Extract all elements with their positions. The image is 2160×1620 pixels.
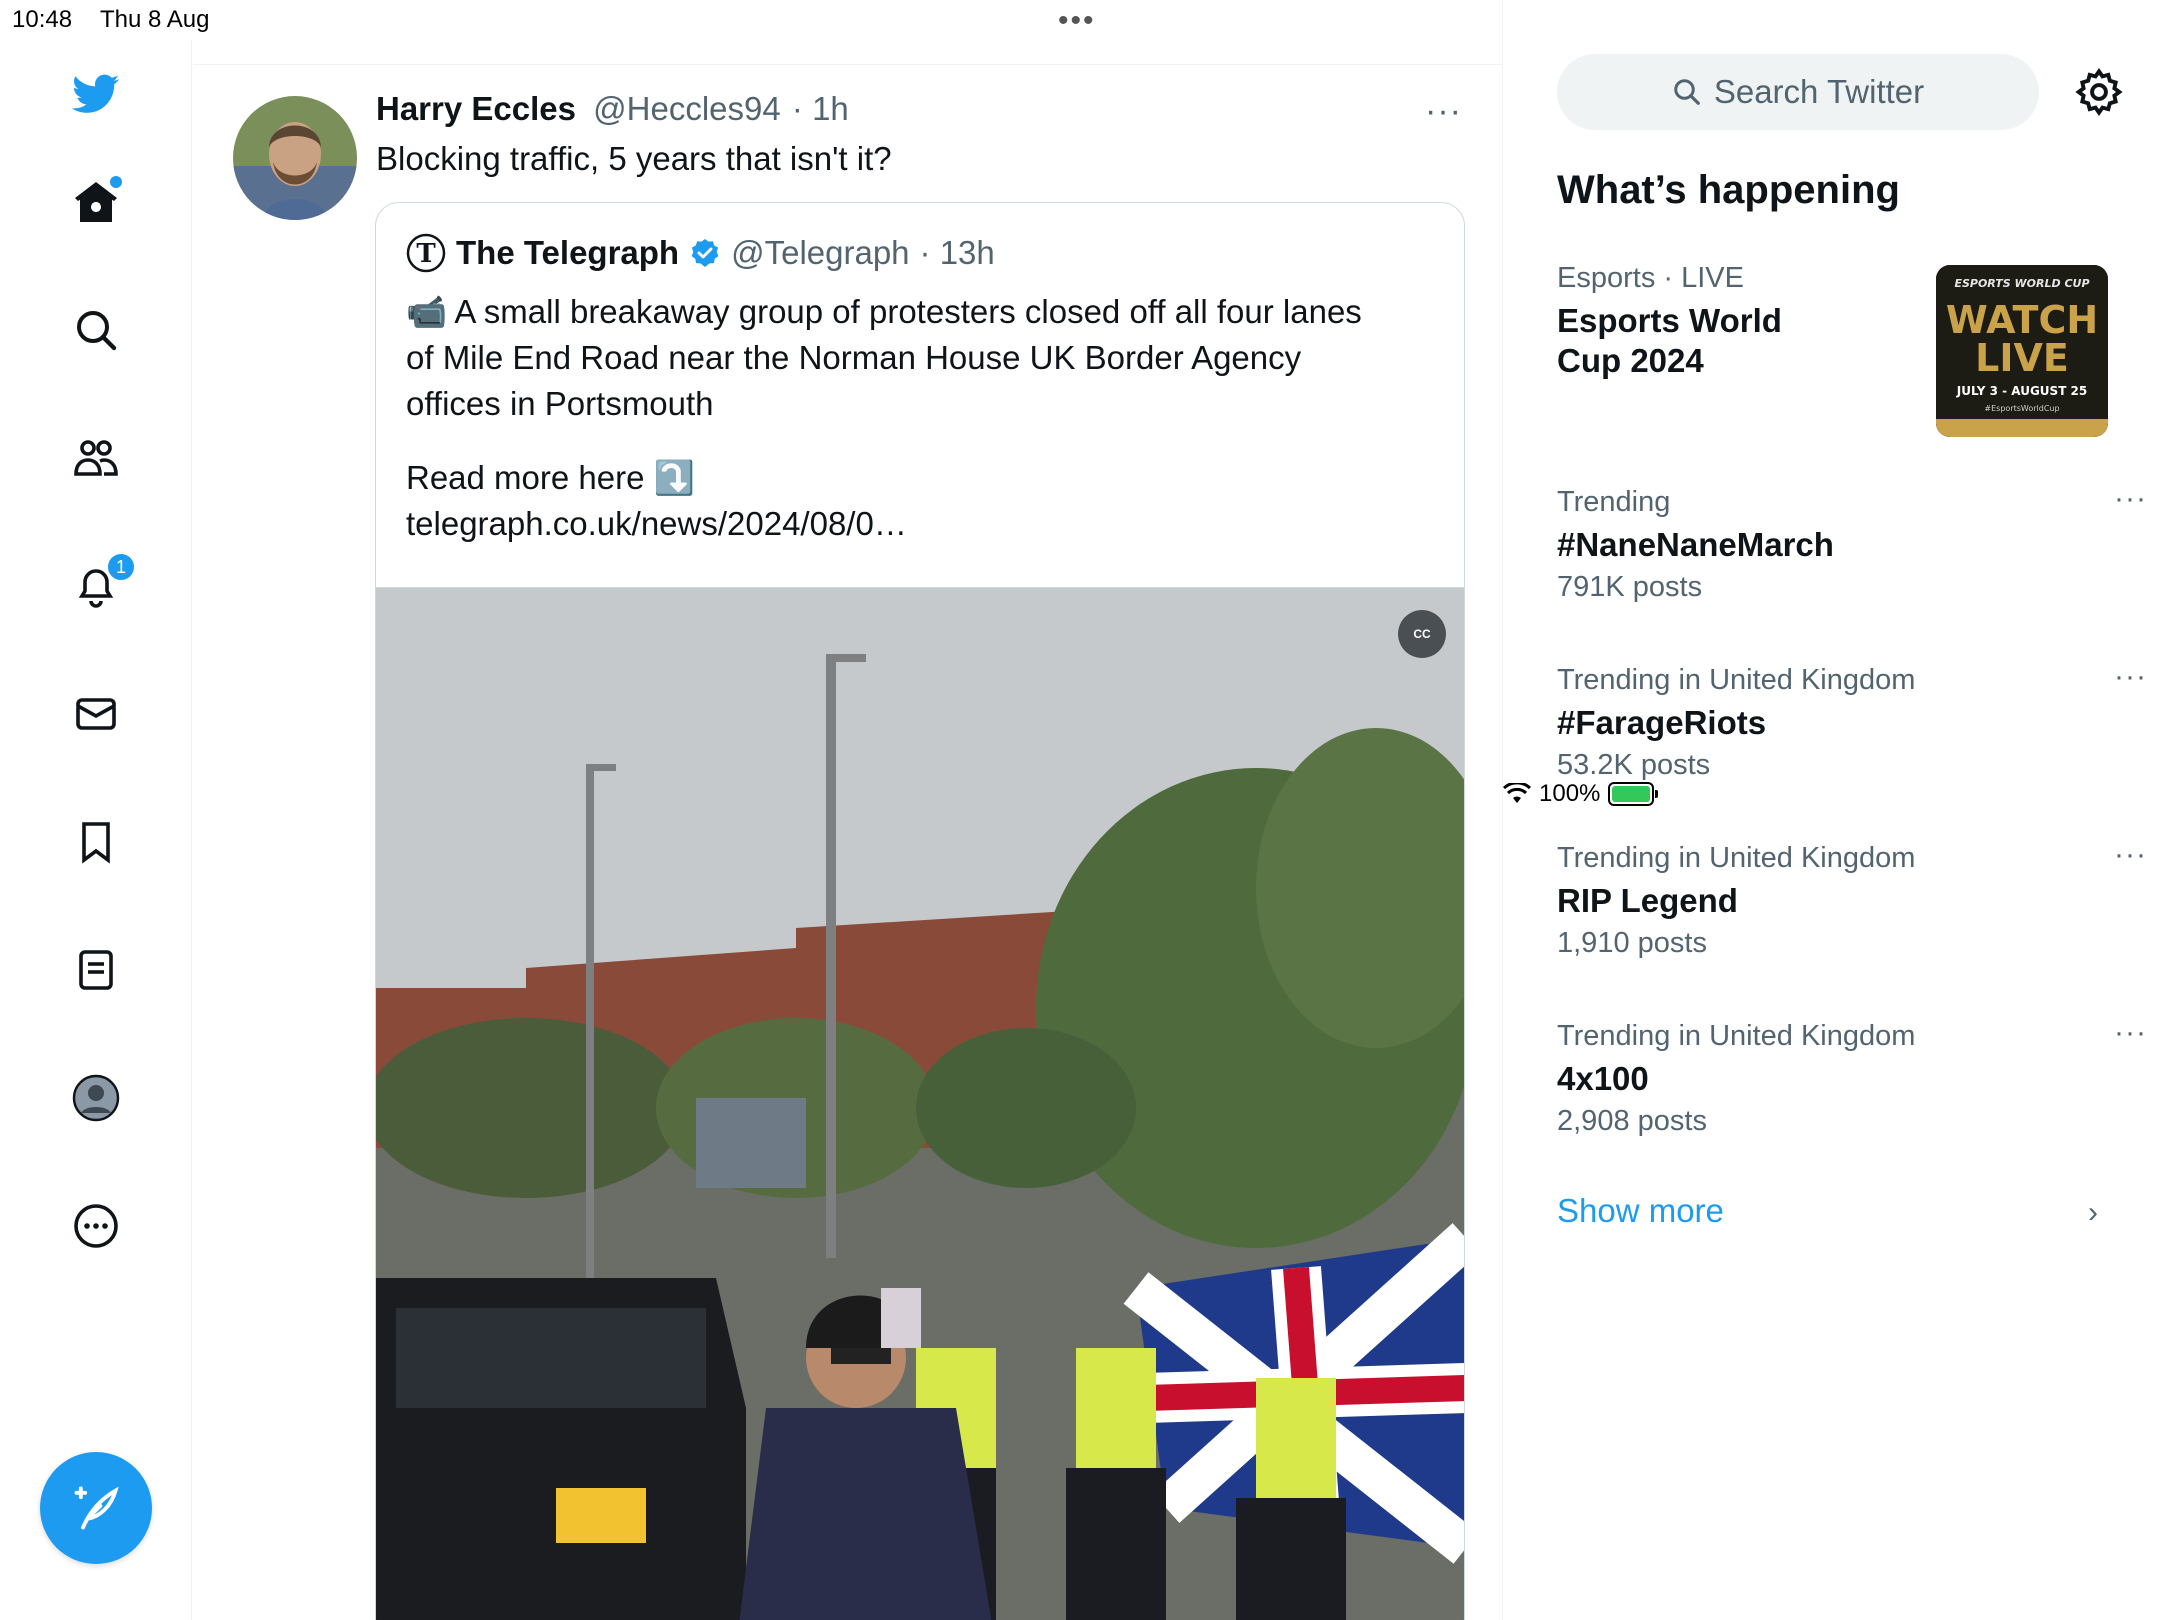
tweet-time[interactable]: · 1h <box>792 90 849 127</box>
list-icon[interactable] <box>64 938 128 1002</box>
settings-gear-icon[interactable] <box>2073 66 2125 118</box>
video-media[interactable]: CC <box>376 587 1464 1620</box>
bell-icon[interactable]: 1 <box>64 552 136 618</box>
trend-title: RIP Legend <box>1557 882 1738 919</box>
author-handle[interactable]: @Heccles94 <box>593 90 781 127</box>
trend-live-status: · LIVE <box>1663 262 1744 294</box>
article-link[interactable]: telegraph.co.uk/news/2024/08/0… <box>406 501 1436 547</box>
quoted-text-line: 📹 A small breakaway group of protesters … <box>406 293 1362 330</box>
bookmark-icon[interactable] <box>64 810 128 874</box>
trend-meta: Trending <box>1557 486 1671 518</box>
verified-badge-icon <box>691 239 719 267</box>
whats-happening-title: What’s happening <box>1557 168 1900 212</box>
trend-count: 791K posts <box>1557 571 1703 603</box>
show-more-link[interactable]: Show more <box>1557 1192 1724 1230</box>
twitter-bird-icon[interactable] <box>64 62 128 126</box>
trend-category: Esports <box>1557 262 1656 294</box>
tweet-more-button[interactable]: ··· <box>1425 92 1462 131</box>
chevron-right-icon: › <box>2088 1196 2098 1229</box>
thumb-live-text: LIVE <box>1975 336 2069 380</box>
main-timeline: Harry Eccles @Heccles94 · 1h ··· Blockin… <box>193 0 1503 1620</box>
author-avatar[interactable] <box>233 96 357 220</box>
captions-button[interactable]: CC <box>1398 610 1446 658</box>
quoted-author-name[interactable]: The Telegraph <box>456 234 679 272</box>
tweet-header: Harry Eccles @Heccles94 · 1h <box>376 90 849 128</box>
telegraph-logo-icon: T <box>406 233 446 273</box>
trend-more-button[interactable]: ··· <box>2114 482 2147 516</box>
trend-more-button[interactable]: ··· <box>2114 1016 2147 1050</box>
thumb-hashtag-text: #EsportsWorldCup <box>1984 404 2059 413</box>
home-unread-dot <box>110 176 122 188</box>
trend-meta: Trending in United Kingdom <box>1557 1020 1916 1052</box>
timeline-divider <box>193 64 1503 65</box>
right-sidebar: Search Twitter What’s happening Esports … <box>1503 40 2160 1620</box>
mail-icon[interactable] <box>64 682 128 746</box>
profile-icon[interactable] <box>64 1066 128 1130</box>
trend-count: 2,908 posts <box>1557 1105 1707 1137</box>
status-time: 10:48 <box>12 6 73 33</box>
compose-feather-icon <box>74 1486 119 1530</box>
trend-title: #FarageRiots <box>1557 704 1767 741</box>
trend-meta: Trending in United Kingdom <box>1557 664 1916 696</box>
notifications-badge: 1 <box>106 552 136 582</box>
thumb-top-text: ESPORTS WORLD CUP <box>1954 277 2089 290</box>
trend-count: 1,910 posts <box>1557 927 1707 959</box>
thumb-dates-text: JULY 3 - AUGUST 25 <box>1956 384 2088 398</box>
trend-more-button[interactable]: ··· <box>2114 838 2147 872</box>
quoted-tweet[interactable]: T The Telegraph @Telegraph · 13h 📹 A sma… <box>375 202 1465 1620</box>
esports-thumbnail[interactable]: ESPORTS WORLD CUP WATCH LIVE JULY 3 - AU… <box>1936 265 2108 437</box>
quoted-tweet-time[interactable]: · 13h <box>920 234 995 272</box>
trend-meta: Trending in United Kingdom <box>1557 842 1916 874</box>
quoted-tweet-text: 📹 A small breakaway group of protesters … <box>406 289 1436 547</box>
home-icon[interactable] <box>64 170 128 234</box>
quoted-text-line: offices in Portsmouth <box>406 385 714 422</box>
quoted-text-line: of Mile End Road near the Norman House U… <box>406 339 1302 376</box>
left-navigation: 1 <box>0 40 192 1620</box>
search-icon[interactable] <box>64 298 128 362</box>
trend-count: 53.2K posts <box>1557 749 1711 781</box>
read-more-text: Read more here ⤵️ <box>406 459 695 496</box>
search-input[interactable]: Search Twitter <box>1557 54 2039 130</box>
author-name[interactable]: Harry Eccles <box>376 90 576 127</box>
trend-title: #NaneNaneMarch <box>1557 526 1834 563</box>
search-icon <box>1674 79 1700 105</box>
quoted-author-handle[interactable]: @Telegraph <box>731 234 909 272</box>
svg-text:T: T <box>416 239 436 269</box>
search-placeholder: Search Twitter <box>1713 73 1925 110</box>
more-circle-icon[interactable] <box>64 1194 128 1258</box>
compose-tweet-button[interactable] <box>40 1452 152 1564</box>
trend-title: 4x100 <box>1557 1060 1649 1097</box>
trend-item[interactable]: Trending #NaneNaneMarch 791K posts ··· <box>1557 482 2146 604</box>
quoted-tweet-header: T The Telegraph @Telegraph · 13h <box>406 233 995 273</box>
trend-item[interactable]: Trending in United Kingdom RIP Legend 1,… <box>1557 838 2146 960</box>
trend-item[interactable]: Trending in United Kingdom 4x100 2,908 p… <box>1557 1016 2146 1138</box>
trend-more-button[interactable]: ··· <box>2114 660 2147 694</box>
communities-icon[interactable] <box>64 426 128 490</box>
tweet-text: Blocking traffic, 5 years that isn't it? <box>376 140 892 177</box>
trend-item[interactable]: Trending in United Kingdom #FarageRiots … <box>1557 660 2146 782</box>
